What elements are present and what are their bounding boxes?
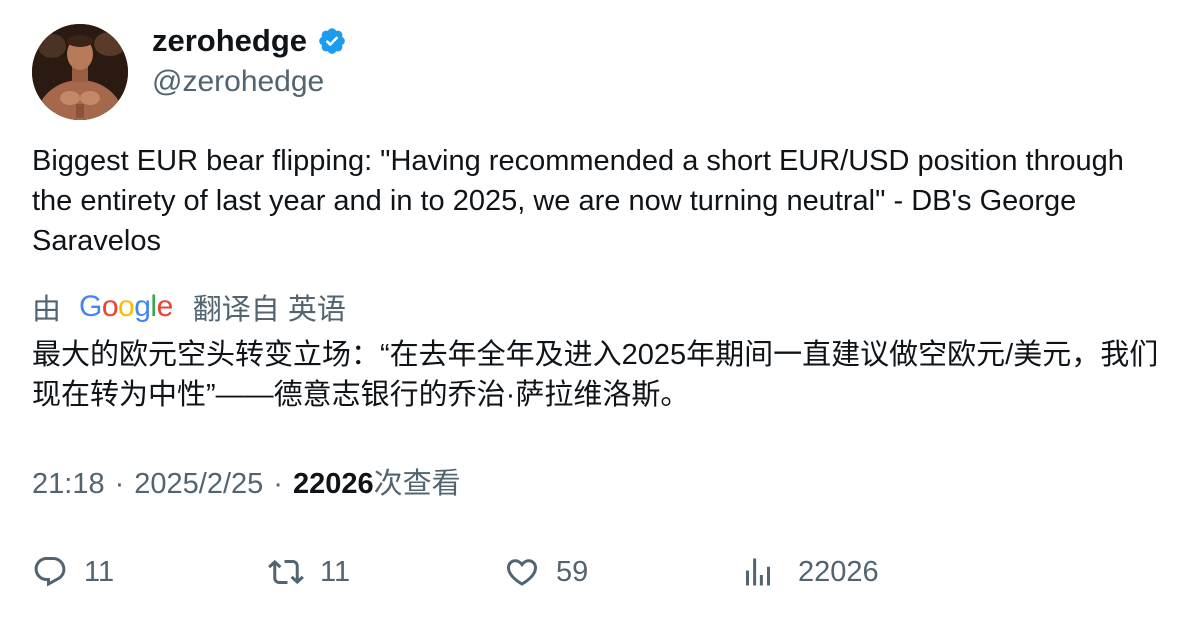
bar-chart-icon [746, 558, 770, 586]
reply-button[interactable]: 11 [32, 552, 114, 592]
tweet-text: Biggest EUR bear flipping: "Having recom… [32, 145, 1132, 257]
action-bar: 11 11 59 22026 [0, 552, 1196, 592]
meta-separator-2: · [273, 468, 283, 500]
meta-separator: · [114, 468, 125, 500]
tweet-time[interactable]: 21:18 [32, 464, 105, 504]
views-action-count: 22026 [798, 555, 879, 588]
views-label: 次查看 [373, 468, 461, 500]
like-button[interactable]: 59 [504, 552, 588, 592]
retweet-icon [268, 559, 304, 585]
translated-text: 最大的欧元空头转变立场：“在去年全年及进入2025年期间一直建议做空欧元/美元，… [32, 339, 1159, 411]
heart-icon [506, 559, 538, 586]
tweet-date[interactable]: 2025/2/25 [134, 464, 263, 504]
retweet-count: 11 [320, 555, 351, 588]
translated-from-link[interactable]: 翻译自 英语 [193, 286, 346, 328]
retweet-button[interactable]: 11 [268, 552, 350, 592]
like-count: 59 [556, 555, 589, 588]
google-logo: Google [79, 290, 173, 323]
translation-attribution: 由 Google 翻译自 英语 [32, 287, 346, 327]
views-count: 22026 [292, 468, 374, 500]
user-handle[interactable]: @zerohedge [152, 63, 324, 101]
verified-badge-icon[interactable] [317, 26, 347, 56]
tweet-meta: 21:18 · 2025/2/25 · 22026 次查看 [32, 464, 461, 504]
avatar[interactable] [32, 24, 128, 120]
reply-count: 11 [84, 555, 115, 588]
display-name[interactable]: zerohedge [152, 22, 347, 60]
translated-by-label: 由 [32, 294, 62, 326]
display-name-text[interactable]: zerohedge [152, 22, 307, 60]
reply-icon [34, 557, 66, 587]
views-button[interactable]: 22026 [740, 552, 879, 592]
